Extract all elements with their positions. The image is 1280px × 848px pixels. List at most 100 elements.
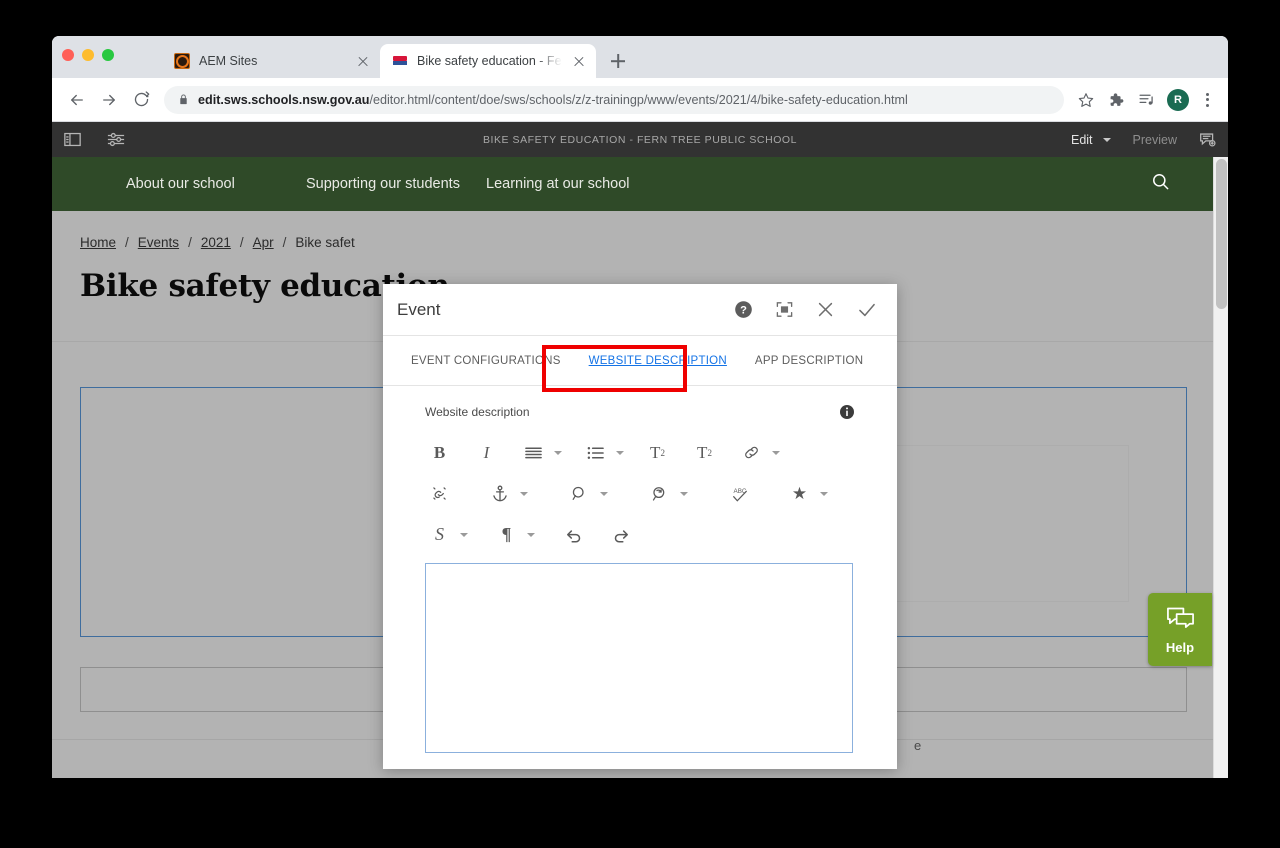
breadcrumb-separator: / — [239, 235, 244, 250]
browser-tab-aem-sites[interactable]: AEM Sites — [162, 44, 380, 78]
event-dialog: Event ? EVENT CONFIGURATIONS WEBSITE DES… — [383, 284, 897, 769]
website-description-label: Website description — [425, 405, 530, 419]
list-dropdown-caret-icon[interactable] — [610, 438, 630, 467]
special-character-icon[interactable]: ★ — [785, 479, 814, 508]
rte-toolbar-row-2: ABC ★ — [425, 473, 855, 514]
back-arrow-icon[interactable] — [62, 85, 92, 115]
obscured-body-text: e — [914, 738, 922, 753]
undo-icon[interactable] — [559, 520, 588, 549]
aem-toolbar-left — [64, 132, 125, 147]
annotation-highlight-box — [542, 345, 687, 392]
align-dropdown-caret-icon[interactable] — [548, 438, 568, 467]
tab-close-icon[interactable] — [355, 53, 371, 69]
help-icon[interactable]: ? — [734, 300, 753, 319]
dialog-tab-list: EVENT CONFIGURATIONS WEBSITE DESCRIPTION… — [383, 336, 897, 392]
page-viewport: BIKE SAFETY EDUCATION - FERN TREE PUBLIC… — [52, 122, 1228, 778]
tab-website-description[interactable]: WEBSITE DESCRIPTION — [575, 355, 741, 367]
find-icon[interactable] — [565, 479, 594, 508]
sliders-icon[interactable] — [107, 132, 125, 147]
profile-avatar[interactable]: R — [1167, 88, 1189, 111]
anchor-icon[interactable] — [485, 479, 514, 508]
help-button[interactable]: Help — [1148, 593, 1212, 666]
reload-icon[interactable] — [126, 85, 156, 115]
scrollbar-thumb[interactable] — [1216, 159, 1227, 309]
new-tab-button[interactable] — [604, 47, 632, 75]
breadcrumb-separator: / — [188, 235, 192, 250]
forward-arrow-icon[interactable] — [94, 85, 124, 115]
minimize-window-button[interactable] — [82, 49, 94, 61]
annotations-icon[interactable] — [1199, 132, 1216, 148]
paragraph-dropdown-caret-icon[interactable] — [521, 520, 541, 549]
bold-icon[interactable]: B — [425, 438, 454, 467]
confirm-check-icon[interactable] — [857, 300, 877, 320]
breadcrumb-item-events[interactable]: Events — [138, 235, 179, 250]
nsw-favicon-icon — [392, 53, 408, 69]
kebab-menu-icon[interactable] — [1196, 87, 1218, 113]
media-list-icon[interactable] — [1132, 86, 1160, 114]
paragraph-format-icon[interactable]: ¶ — [492, 520, 521, 549]
rte-toolbar-row-1: B I T2 T2 — [425, 432, 855, 473]
site-navigation: About our school Supporting our students… — [52, 157, 1228, 211]
lock-icon — [178, 93, 189, 106]
align-icon[interactable] — [519, 438, 548, 467]
replace-dropdown-caret-icon[interactable] — [674, 479, 694, 508]
url-domain: edit.sws.schools.nsw.gov.au — [198, 92, 370, 107]
close-icon[interactable] — [816, 300, 835, 319]
tab-close-icon[interactable] — [571, 53, 587, 69]
find-dropdown-caret-icon[interactable] — [594, 479, 614, 508]
breadcrumb: Home / Events / 2021 / Apr / Bike safet — [80, 211, 1228, 250]
star-icon[interactable] — [1072, 86, 1100, 114]
subscript-icon[interactable]: T2 — [643, 438, 672, 467]
window-traffic-lights — [62, 49, 114, 61]
preview-button[interactable]: Preview — [1133, 133, 1177, 147]
search-icon[interactable] — [1151, 172, 1170, 196]
anchor-dropdown-caret-icon[interactable] — [514, 479, 534, 508]
link-dropdown-caret-icon[interactable] — [766, 438, 786, 467]
field-label-row: Website description — [425, 404, 855, 420]
dialog-header: Event ? — [383, 284, 897, 336]
spellcheck-icon[interactable]: ABC — [725, 479, 754, 508]
text-style-icon[interactable]: S — [425, 520, 454, 549]
bullet-list-icon[interactable] — [581, 438, 610, 467]
close-window-button[interactable] — [62, 49, 74, 61]
fullscreen-icon[interactable] — [775, 300, 794, 319]
website-description-editor[interactable] — [425, 563, 853, 753]
browser-action-icons: R — [1072, 86, 1218, 114]
nav-item-about-our-school[interactable]: About our school — [126, 176, 306, 193]
unlink-icon[interactable] — [425, 479, 454, 508]
hyperlink-icon[interactable] — [737, 438, 766, 467]
redo-icon[interactable] — [606, 520, 635, 549]
find-replace-icon[interactable] — [645, 479, 674, 508]
breadcrumb-item-home[interactable]: Home — [80, 235, 116, 250]
breadcrumb-separator: / — [125, 235, 129, 250]
url-text: edit.sws.schools.nsw.gov.au/editor.html/… — [198, 93, 908, 107]
special-char-dropdown-caret-icon[interactable] — [814, 479, 834, 508]
dialog-action-icons: ? — [734, 300, 877, 320]
browser-url-bar: edit.sws.schools.nsw.gov.au/editor.html/… — [52, 78, 1228, 122]
tab-title: Bike safety education - Fern Tr — [417, 54, 562, 68]
help-button-label: Help — [1165, 639, 1195, 655]
edit-mode-label: Edit — [1070, 132, 1093, 147]
browser-tab-bike-safety[interactable]: Bike safety education - Fern Tr — [380, 44, 596, 78]
aem-toolbar-right: Edit Preview — [1071, 132, 1216, 148]
page-scrollbar[interactable] — [1213, 157, 1228, 778]
tab-event-configurations[interactable]: EVENT CONFIGURATIONS — [397, 355, 575, 367]
dialog-body: Website description B I T 2 T 2 ABC ★ S … — [383, 386, 897, 769]
maximize-window-button[interactable] — [102, 49, 114, 61]
italic-icon[interactable]: I — [472, 438, 501, 467]
nav-item-learning-at-our-school[interactable]: Learning at our school — [486, 176, 666, 193]
style-dropdown-caret-icon[interactable] — [454, 520, 474, 549]
puzzle-piece-icon[interactable] — [1102, 86, 1130, 114]
info-icon[interactable] — [839, 404, 855, 420]
tab-app-description[interactable]: APP DESCRIPTION — [741, 355, 877, 367]
sidebar-panel-icon[interactable] — [64, 132, 81, 147]
superscript-icon[interactable]: T2 — [690, 438, 719, 467]
browser-tab-strip: AEM Sites Bike safety education - Fern T… — [52, 36, 1228, 78]
breadcrumb-item-2021[interactable]: 2021 — [201, 235, 231, 250]
chat-bubble-icon — [1166, 605, 1195, 636]
breadcrumb-item-apr[interactable]: Apr — [253, 235, 274, 250]
url-input[interactable]: edit.sws.schools.nsw.gov.au/editor.html/… — [164, 85, 1064, 114]
edit-mode-selector[interactable]: Edit — [1071, 133, 1111, 147]
nav-item-supporting-our-students[interactable]: Supporting our students — [306, 176, 486, 193]
aem-page-title: BIKE SAFETY EDUCATION - FERN TREE PUBLIC… — [482, 133, 798, 146]
